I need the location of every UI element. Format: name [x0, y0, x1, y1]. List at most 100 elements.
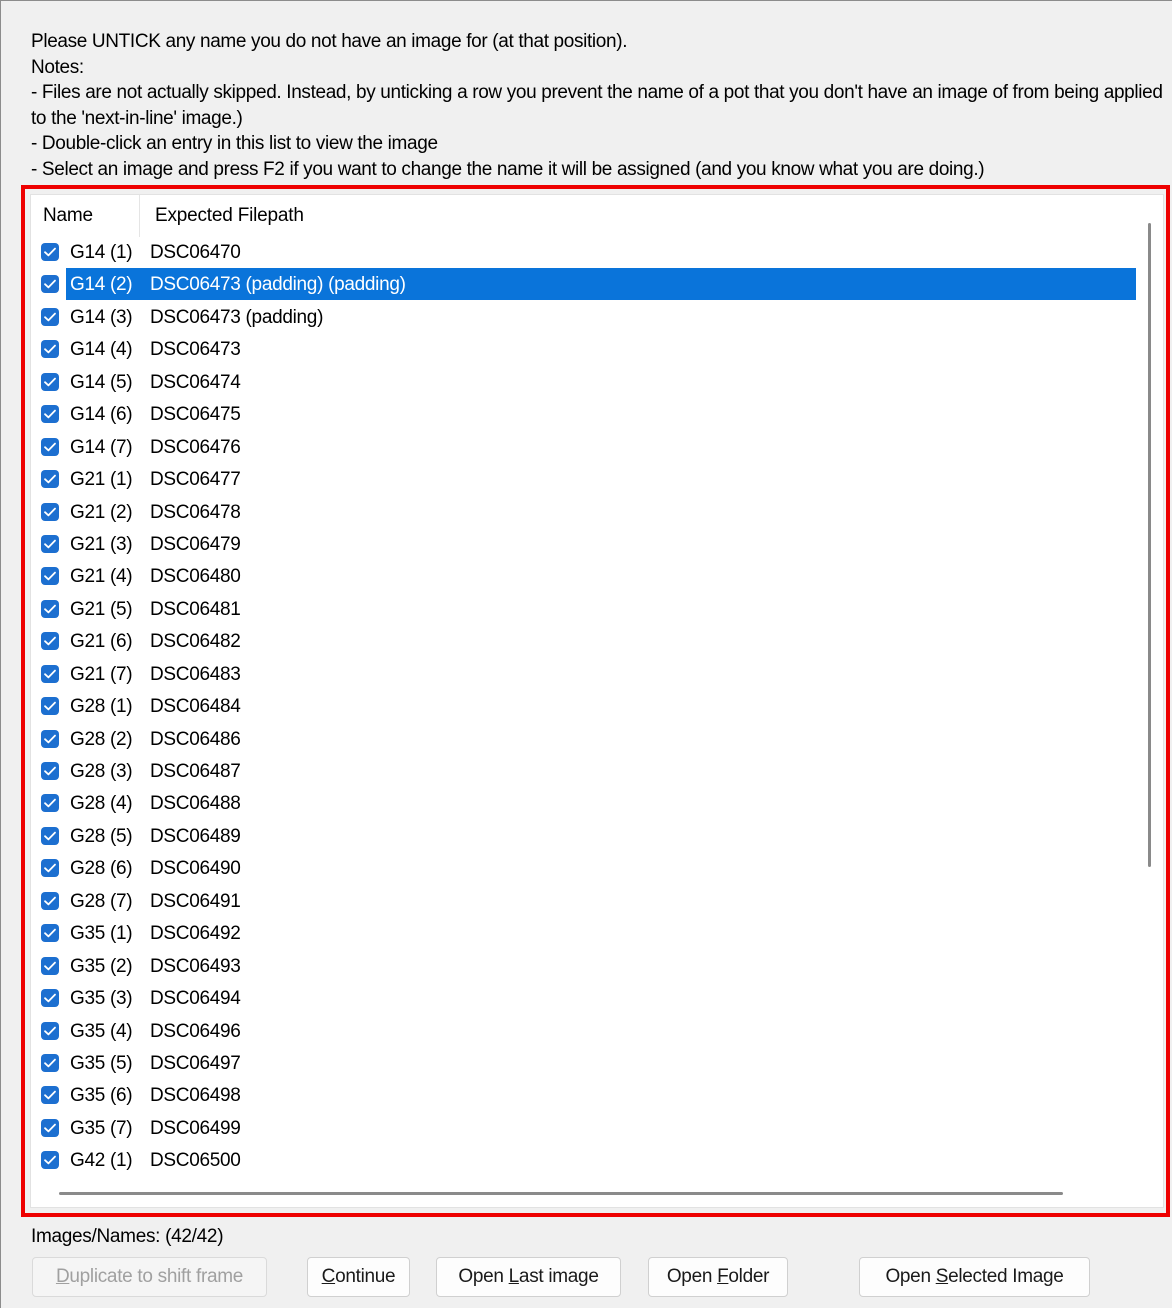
list-row[interactable]: G21 (3) DSC06479 [31, 528, 1137, 560]
list-row[interactable]: G28 (6) DSC06490 [31, 852, 1137, 884]
row-checkbox[interactable] [41, 891, 59, 910]
row-name: G35 (3) [70, 988, 133, 1010]
column-header-name[interactable]: Name [43, 205, 93, 227]
row-checkbox[interactable] [41, 1053, 59, 1072]
list-row[interactable]: G21 (7) DSC06483 [31, 658, 1137, 690]
row-checkbox[interactable] [41, 729, 59, 748]
row-filepath: DSC06478 [150, 501, 241, 523]
list-row[interactable]: G35 (6) DSC06498 [31, 1079, 1137, 1111]
checkmark-icon [44, 507, 56, 516]
list-row[interactable]: G28 (1) DSC06484 [31, 690, 1137, 722]
open-folder-button[interactable]: Open Folder [648, 1257, 788, 1297]
row-checkbox[interactable] [41, 697, 59, 716]
row-checkbox[interactable] [41, 470, 59, 489]
row-filepath: DSC06470 [150, 242, 241, 263]
row-checkbox[interactable] [41, 956, 59, 975]
row-checkbox[interactable] [41, 859, 59, 878]
row-name: G21 (7) [70, 663, 133, 685]
list-row[interactable]: G14 (6) DSC06475 [31, 398, 1137, 430]
row-name: G35 (4) [70, 1020, 133, 1042]
button-label: Open Folder [666, 1266, 770, 1287]
vertical-scrollbar[interactable] [1145, 223, 1153, 867]
checkmark-icon [44, 701, 56, 711]
list-row[interactable]: G28 (5) DSC06489 [31, 820, 1137, 852]
list-row[interactable]: G21 (6) DSC06482 [31, 625, 1137, 657]
row-name: G14 (1) [70, 242, 133, 263]
list-row[interactable]: G35 (1) DSC06492 [31, 917, 1137, 949]
row-checkbox[interactable] [41, 567, 59, 586]
list-row[interactable]: G35 (4) DSC06496 [31, 1015, 1137, 1047]
row-checkbox[interactable] [41, 599, 59, 618]
list-row[interactable]: G14 (7) DSC06476 [31, 431, 1137, 463]
list-row[interactable]: G21 (5) DSC06481 [31, 593, 1137, 625]
row-checkbox[interactable] [41, 664, 59, 683]
row-name: G42 (1) [70, 1150, 133, 1172]
row-name: G14 (7) [70, 436, 133, 458]
list-row[interactable]: G28 (2) DSC06486 [31, 723, 1137, 755]
row-checkbox[interactable] [41, 924, 59, 943]
row-name: G14 (5) [70, 371, 133, 393]
list-row[interactable]: G21 (2) DSC06478 [31, 496, 1137, 528]
row-checkbox[interactable] [41, 307, 59, 326]
row-checkbox[interactable] [41, 534, 59, 553]
button-label: Open Selected Image [885, 1266, 1064, 1287]
list-row[interactable]: G21 (1) DSC06477 [31, 463, 1137, 495]
list-row[interactable]: G35 (2) DSC06493 [31, 950, 1137, 982]
image-name-list[interactable]: Name Expected Filepath G14 (1) DSC06470 G1… [30, 194, 1164, 1208]
open-selected-image-button[interactable]: Open Selected Image [859, 1257, 1090, 1297]
row-checkbox[interactable] [41, 1151, 59, 1170]
row-name: G28 (3) [70, 761, 133, 782]
row-checkbox[interactable] [41, 632, 59, 651]
row-name: G28 (4) [70, 793, 133, 815]
row-checkbox[interactable] [41, 826, 59, 845]
open-last-image-button[interactable]: Open Last image [436, 1257, 621, 1297]
horizontal-scrollbar[interactable] [59, 1191, 1063, 1197]
row-checkbox[interactable] [41, 1086, 59, 1105]
duplicate-to-shift-frame-button[interactable]: Duplicate to shift frame [32, 1257, 267, 1297]
column-divider[interactable] [139, 195, 140, 237]
row-checkbox[interactable] [41, 437, 59, 456]
row-checkbox[interactable] [41, 340, 59, 359]
vertical-scroll-thumb[interactable] [1148, 223, 1151, 867]
row-filepath: DSC06477 [150, 469, 241, 491]
checkmark-icon [44, 864, 56, 873]
row-filepath: DSC06479 [150, 533, 241, 555]
list-row[interactable]: G14 (1) DSC06470 [31, 236, 1137, 268]
row-checkbox[interactable] [41, 1021, 59, 1040]
checkmark-icon [44, 604, 56, 614]
list-row[interactable]: G28 (3) DSC06487 [31, 755, 1137, 787]
list-row[interactable]: G28 (4) DSC06488 [31, 787, 1137, 819]
continue-button[interactable]: Continue [307, 1257, 410, 1297]
checkmark-icon [44, 474, 56, 484]
note-item: - Double-click an entry in this list to … [31, 133, 438, 154]
list-row[interactable]: G21 (4) DSC06480 [31, 560, 1137, 592]
list-row[interactable]: G35 (3) DSC06494 [31, 982, 1137, 1014]
row-checkbox[interactable] [41, 1118, 59, 1137]
row-checkbox[interactable] [41, 275, 59, 294]
list-row[interactable]: G14 (5) DSC06474 [31, 366, 1137, 398]
list-row[interactable]: G35 (7) DSC06499 [31, 1112, 1137, 1144]
list-row[interactable]: G28 (7) DSC06491 [31, 885, 1137, 917]
list-row[interactable]: G14 (2) DSC06473 (padding) (padding) [31, 268, 1137, 301]
list-row[interactable]: G14 (4) DSC06473 [31, 333, 1137, 365]
list-row[interactable]: G42 (1) DSC06500 [31, 1144, 1137, 1176]
row-filepath: DSC06490 [150, 858, 241, 880]
row-filepath: DSC06475 [150, 404, 241, 426]
row-checkbox[interactable] [41, 989, 59, 1008]
list-row[interactable]: G35 (5) DSC06497 [31, 1047, 1137, 1079]
row-name: G35 (2) [70, 955, 133, 977]
row-checkbox[interactable] [41, 243, 59, 261]
list-row[interactable]: G14 (3) DSC06473 (padding) [31, 301, 1137, 333]
instructions-text: Please UNTICK any name you do not have a… [31, 29, 1166, 182]
row-checkbox[interactable] [41, 794, 59, 813]
row-name: G14 (3) [70, 306, 133, 328]
row-checkbox[interactable] [41, 372, 59, 391]
row-checkbox[interactable] [41, 762, 59, 780]
checkmark-icon [44, 993, 56, 1003]
row-checkbox[interactable] [41, 502, 59, 521]
column-header-path[interactable]: Expected Filepath [155, 205, 304, 227]
list-rows: G14 (1) DSC06470 G14 (2) DSC06473 (padding)… [31, 236, 1137, 1177]
row-name: G28 (7) [70, 890, 133, 912]
horizontal-scroll-thumb[interactable] [59, 1192, 1063, 1195]
row-checkbox[interactable] [41, 405, 59, 424]
